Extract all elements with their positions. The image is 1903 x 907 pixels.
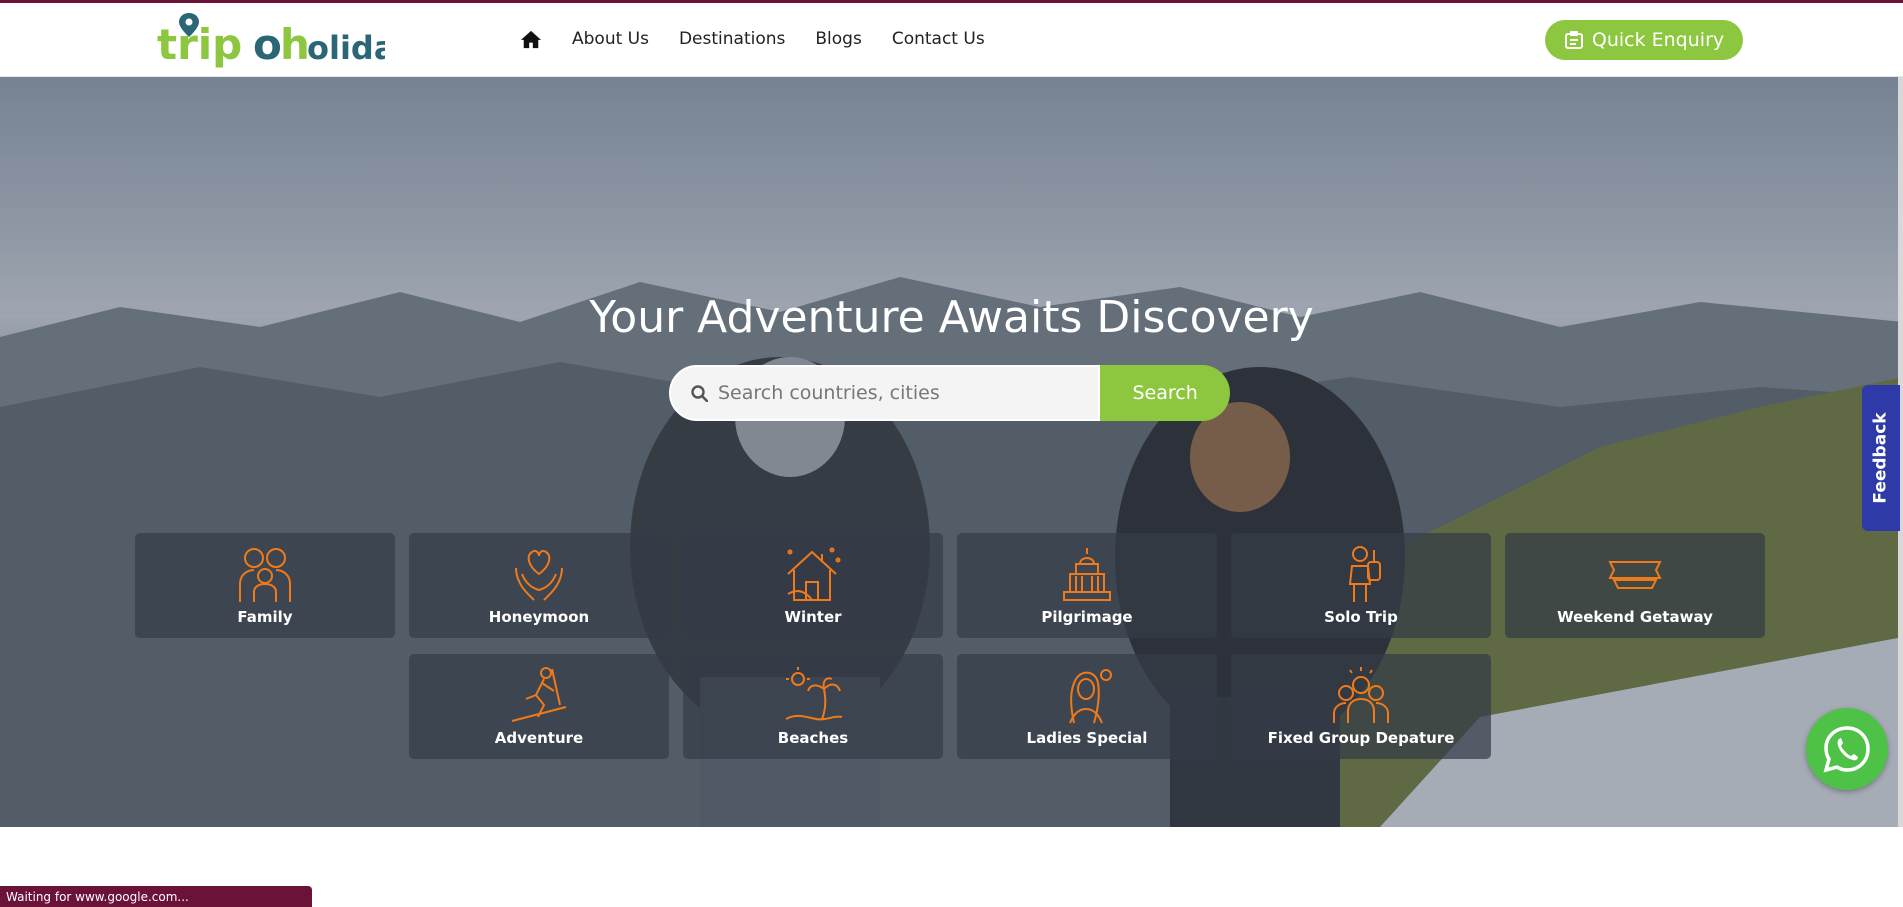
whatsapp-icon	[1823, 726, 1870, 773]
nav-contact-us[interactable]: Contact Us	[892, 29, 985, 49]
heart-hands-icon	[515, 549, 563, 601]
solo-traveler-icon	[1348, 546, 1381, 602]
category-fixed-group-departure[interactable]: Fixed Group Depature	[1231, 654, 1491, 759]
category-label: Adventure	[494, 729, 584, 747]
nav-about-us[interactable]: About Us	[572, 29, 649, 49]
main-nav: About Us Destinations Blogs Contact Us	[520, 29, 985, 49]
feedback-tab[interactable]: Feedback	[1862, 385, 1900, 531]
svg-text:h: h	[280, 20, 310, 69]
category-adventure[interactable]: Adventure	[409, 654, 669, 759]
family-icon	[239, 548, 291, 602]
category-weekend-getaway[interactable]: Weekend Getaway	[1505, 533, 1765, 638]
category-winter[interactable]: Winter	[683, 533, 943, 638]
quick-enquiry-button[interactable]: Quick Enquiry	[1545, 20, 1743, 60]
site-header: trip o h olidays About Us Destinations B…	[0, 3, 1903, 77]
search-icon	[691, 384, 708, 402]
hero-title: Your Adventure Awaits Discovery	[589, 292, 1314, 343]
nav-destinations[interactable]: Destinations	[679, 29, 785, 49]
category-label: Weekend Getaway	[1557, 608, 1713, 626]
hero-overlay	[0, 77, 1903, 827]
search-input[interactable]	[718, 382, 1078, 404]
enquiry-icon	[1564, 31, 1583, 49]
woman-icon	[1069, 669, 1112, 724]
category-label: Ladies Special	[1026, 729, 1148, 747]
category-label: Beaches	[777, 729, 849, 747]
hello-saturday-icon	[1608, 561, 1662, 589]
category-label: Pilgrimage	[1041, 608, 1133, 626]
category-label: Fixed Group Depature	[1267, 729, 1455, 747]
category-solo-trip[interactable]: Solo Trip	[1231, 533, 1491, 638]
category-pilgrimage[interactable]: Pilgrimage	[957, 533, 1217, 638]
home-icon[interactable]	[520, 29, 542, 49]
category-label: Winter	[784, 608, 842, 626]
search-box	[669, 365, 1101, 421]
category-honeymoon[interactable]: Honeymoon	[409, 533, 669, 638]
palm-beach-icon	[785, 667, 843, 721]
category-beaches[interactable]: Beaches	[683, 654, 943, 759]
category-family[interactable]: Family	[135, 533, 395, 638]
browser-status-bar: Waiting for www.google.com...	[0, 886, 312, 907]
search-bar: Search	[669, 365, 1230, 421]
category-label: Family	[237, 608, 293, 626]
skier-icon	[511, 667, 567, 722]
category-ladies-special[interactable]: Ladies Special	[957, 654, 1217, 759]
hero-section: Your Adventure Awaits Discovery Search F…	[0, 77, 1903, 827]
feedback-label: Feedback	[1871, 412, 1891, 504]
category-label: Honeymoon	[488, 608, 590, 626]
category-label: Solo Trip	[1324, 608, 1398, 626]
snow-house-icon	[787, 547, 841, 601]
site-logo[interactable]: trip o h olidays	[155, 11, 385, 71]
group-icon	[1333, 667, 1389, 723]
whatsapp-button[interactable]	[1806, 708, 1888, 790]
temple-icon	[1063, 548, 1111, 601]
svg-text:o: o	[253, 20, 282, 69]
svg-text:olidays: olidays	[307, 29, 385, 67]
search-button[interactable]: Search	[1100, 365, 1230, 421]
nav-blogs[interactable]: Blogs	[815, 29, 861, 49]
svg-text:trip: trip	[157, 20, 242, 69]
quick-enquiry-label: Quick Enquiry	[1591, 29, 1725, 51]
